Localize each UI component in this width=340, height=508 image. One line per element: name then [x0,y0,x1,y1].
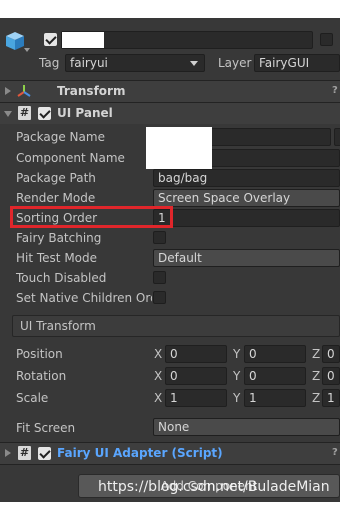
render-mode-label: Render Mode [16,191,96,205]
position-z-value: 0 [327,347,335,361]
ui-panel-header[interactable]: # UI Panel [0,103,340,124]
transform-header[interactable]: Transform ? [0,81,340,102]
rotation-x-letter: X [154,369,163,383]
position-label: Position [16,347,63,361]
sorting-order-highlight-box [10,206,173,228]
render-mode-value: Screen Space Overlay [158,191,291,205]
tag-value: fairyui [70,56,108,70]
hit-test-mode-label: Hit Test Mode [16,251,98,265]
scale-label: Scale [16,391,49,405]
render-mode-dropdown[interactable]: Screen Space Overlay [153,189,340,207]
package-component-redaction-box [146,127,212,169]
rotation-x-value: 0 [170,369,178,383]
ui-transform-title: UI Transform [20,319,96,333]
position-x-field[interactable]: 0 [165,345,227,363]
position-y-value: 0 [249,347,257,361]
sorting-order-field[interactable]: 1 [153,209,340,227]
gameobject-icon-dropdown[interactable] [24,48,30,52]
package-path-value: bag/bag [158,171,208,185]
fairy-batching-checkbox[interactable] [153,231,166,244]
name-redaction-box [62,32,104,48]
scale-x-field[interactable]: 1 [165,389,227,407]
layer-label: Layer [218,56,252,70]
rotation-z-field[interactable]: 0 [322,367,340,385]
transform-foldout-icon[interactable] [5,87,11,95]
watermark-text: https://blog.csdn.net/BuladeMian [98,479,330,495]
adapter-foldout-icon[interactable] [5,449,11,457]
scale-z-letter: Z [312,391,321,405]
hit-test-mode-dropdown[interactable]: Default [153,249,340,267]
touch-disabled-label: Touch Disabled [16,271,107,285]
scale-y-field[interactable]: 1 [244,389,306,407]
fairy-batching-label: Fairy Batching [16,231,102,245]
position-y-field[interactable]: 0 [244,345,306,363]
ui-transform-section: UI Transform [12,315,340,337]
scale-z-value: 1 [327,391,335,405]
tag-label: Tag [39,56,60,70]
transform-help-icon[interactable]: ? [332,85,340,97]
touch-disabled-checkbox[interactable] [153,271,166,284]
rotation-y-letter: Y [233,369,241,383]
scale-y-value: 1 [249,391,257,405]
rotation-z-value: 0 [327,369,335,383]
layer-dropdown[interactable]: FairyGUI [254,54,340,72]
script-hash-icon: # [18,106,31,120]
scale-x-value: 1 [170,391,178,405]
transform-axes-icon [17,84,31,98]
adapter-help-icon[interactable]: ? [332,447,340,459]
transform-title: Transform [57,84,126,98]
set-native-children-order-label: Set Native Children Orde [16,291,152,305]
package-name-label: Package Name [16,130,105,144]
position-y-letter: Y [233,347,241,361]
bottom-separator [0,464,340,465]
package-path-field[interactable]: bag/bag [153,169,340,187]
set-native-children-order-checkbox[interactable] [153,291,166,304]
static-checkbox[interactable] [320,33,333,46]
component-name-label: Component Name [16,151,125,165]
package-path-label: Package Path [16,171,96,185]
adapter-script-hash-icon: # [18,446,31,460]
ui-panel-foldout-icon[interactable] [4,111,12,117]
rotation-label: Rotation [16,369,67,383]
position-z-field[interactable]: 0 [322,345,340,363]
adapter-enabled-checkbox[interactable] [38,447,51,460]
package-name-button[interactable] [334,128,340,146]
ui-panel-enabled-checkbox[interactable] [38,107,51,120]
position-x-value: 0 [170,347,178,361]
position-x-letter: X [154,347,163,361]
active-checkbox[interactable] [44,33,57,46]
fit-screen-value: None [158,420,190,434]
rotation-x-field[interactable]: 0 [165,367,227,385]
adapter-title: Fairy UI Adapter (Script) [57,446,223,460]
fit-screen-label: Fit Screen [16,421,76,435]
tag-chevron-down-icon [190,61,198,66]
hit-test-mode-value: Default [158,251,202,265]
adapter-header[interactable]: # Fairy UI Adapter (Script) ? [0,443,340,464]
position-z-letter: Z [312,347,321,361]
layer-value: FairyGUI [259,56,310,70]
rotation-z-letter: Z [312,369,321,383]
ui-panel-title: UI Panel [57,106,113,120]
inspector-panel: Tag fairyui Layer FairyGUI Transform ? #… [0,18,340,502]
rotation-y-field[interactable]: 0 [244,367,306,385]
gameobject-cube-icon [4,30,26,52]
scale-x-letter: X [154,391,163,405]
tag-dropdown[interactable]: fairyui [65,54,205,72]
fit-screen-dropdown[interactable]: None [153,418,340,436]
scale-z-field[interactable]: 1 [322,389,340,407]
scale-y-letter: Y [233,391,241,405]
rotation-y-value: 0 [249,369,257,383]
